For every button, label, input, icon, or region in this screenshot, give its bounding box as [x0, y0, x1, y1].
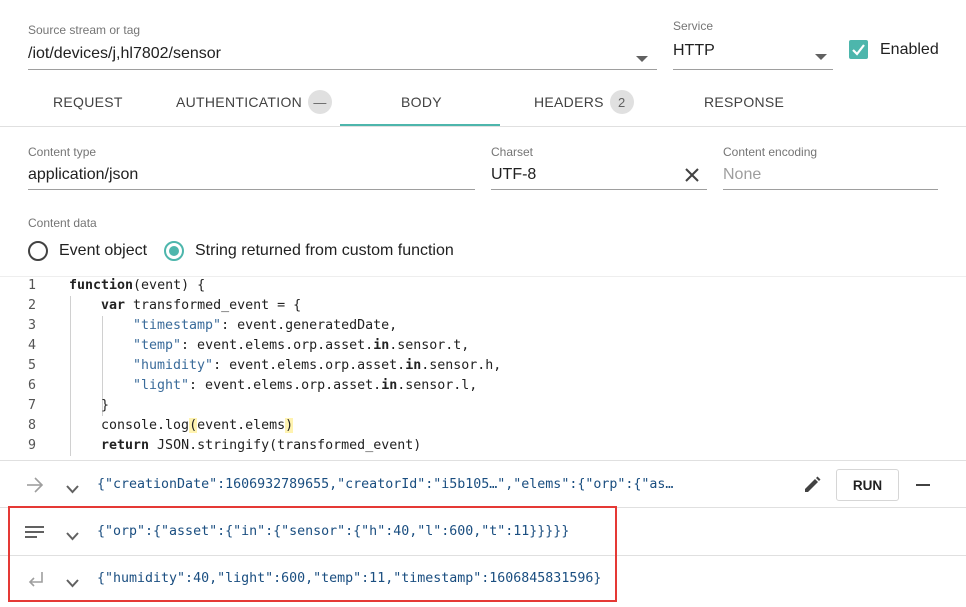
service-dropdown-arrow-icon[interactable]: [815, 48, 827, 66]
code-line: 7}: [0, 396, 966, 416]
line-number: 8: [27, 418, 36, 433]
source-underline: [28, 69, 657, 70]
content-encoding-label: Content encoding: [723, 145, 818, 159]
code-text: function(event) {: [69, 278, 206, 293]
code-line: 6 "light": event.elems.orp.asset.in.senso…: [0, 376, 966, 396]
code-line: 8 console.log(event.elems): [0, 416, 966, 436]
charset-underline: [491, 189, 707, 190]
radio-custom-function-label: String returned from custom function: [195, 242, 454, 259]
charset-label: Charset: [491, 145, 534, 159]
editor-bottom-border: [0, 460, 966, 461]
code-text: return JSON.stringify(transformed_event): [101, 438, 422, 453]
radio-event-object[interactable]: [28, 241, 48, 261]
run-button[interactable]: RUN: [836, 469, 899, 501]
line-number: 4: [27, 338, 36, 353]
arrow-right-icon: [26, 477, 44, 498]
code-text: console.log(event.elems): [101, 418, 294, 433]
line-number: 5: [27, 358, 36, 373]
event-input-text: {"creationDate":1606932789655,"creatorId…: [97, 477, 674, 492]
code-editor[interactable]: 1 function(event) { 2 var transformed_even…: [0, 276, 966, 460]
line-number: 2: [27, 298, 36, 313]
edit-icon[interactable]: [803, 475, 822, 499]
clear-icon[interactable]: [684, 167, 700, 188]
line-number: 7: [27, 398, 36, 413]
line-number: 6: [27, 378, 36, 393]
authentication-badge: —: [308, 90, 333, 114]
tab-request-label: REQUEST: [53, 94, 123, 110]
highlight-box: [8, 506, 617, 602]
radio-custom-function[interactable]: [164, 241, 184, 261]
tab-body[interactable]: BODY: [401, 94, 442, 110]
tab-headers[interactable]: HEADERS 2: [534, 90, 634, 114]
source-label: Source stream or tag: [28, 23, 141, 37]
code-text: "temp": event.elems.orp.asset.in.sensor.…: [133, 338, 470, 353]
content-type-underline: [28, 189, 475, 190]
code-line: 5 "humidity": event.elems.orp.asset.in.se…: [0, 356, 966, 376]
service-label: Service: [673, 19, 714, 33]
tab-body-label: BODY: [401, 94, 442, 110]
tab-authentication[interactable]: AUTHENTICATION —: [176, 90, 333, 114]
tab-headers-label: HEADERS: [534, 94, 604, 110]
tab-authentication-label: AUTHENTICATION: [176, 94, 303, 110]
radio-event-object-label: Event object: [59, 242, 148, 259]
content-data-label: Content data: [28, 216, 97, 230]
code-text: var transformed_event = {: [101, 298, 302, 313]
source-value[interactable]: /iot/devices/j,hl7802/sensor: [28, 45, 221, 63]
source-dropdown-arrow-icon[interactable]: [636, 50, 648, 68]
code-line: 4 "temp": event.elems.orp.asset.in.sensor…: [0, 336, 966, 356]
charset-value[interactable]: UTF-8: [491, 166, 536, 184]
code-text: "timestamp": event.generatedDate,: [133, 318, 398, 333]
tab-request[interactable]: REQUEST: [53, 94, 123, 110]
code-text: "light": event.elems.orp.asset.in.sensor…: [133, 378, 478, 393]
content-type-value[interactable]: application/json: [28, 166, 138, 184]
code-text: "humidity": event.elems.orp.asset.in.sen…: [133, 358, 502, 373]
tabs-divider: [0, 126, 966, 127]
code-line: 3 "timestamp": event.generatedDate,: [0, 316, 966, 336]
chevron-down-icon[interactable]: [66, 481, 79, 499]
enabled-checkbox-checked-icon[interactable]: [849, 40, 868, 59]
code-line: 9 return JSON.stringify(transformed_event…: [0, 436, 966, 456]
line-number: 9: [27, 438, 36, 453]
line-number: 3: [27, 318, 36, 333]
content-encoding-underline: [723, 189, 938, 190]
line-number: 1: [27, 278, 36, 293]
code-line: 2 var transformed_event = {: [0, 296, 966, 316]
tab-response[interactable]: RESPONSE: [704, 94, 784, 110]
tab-response-label: RESPONSE: [704, 94, 785, 110]
code-line: 1 function(event) {: [0, 276, 966, 296]
content-encoding-placeholder[interactable]: None: [723, 166, 761, 184]
service-underline: [673, 69, 833, 70]
enabled-label: Enabled: [880, 41, 939, 58]
headers-badge: 2: [609, 90, 634, 114]
minus-icon[interactable]: [916, 484, 930, 486]
code-text: }: [101, 398, 110, 413]
service-value[interactable]: HTTP: [673, 42, 715, 60]
content-type-label: Content type: [28, 145, 97, 159]
